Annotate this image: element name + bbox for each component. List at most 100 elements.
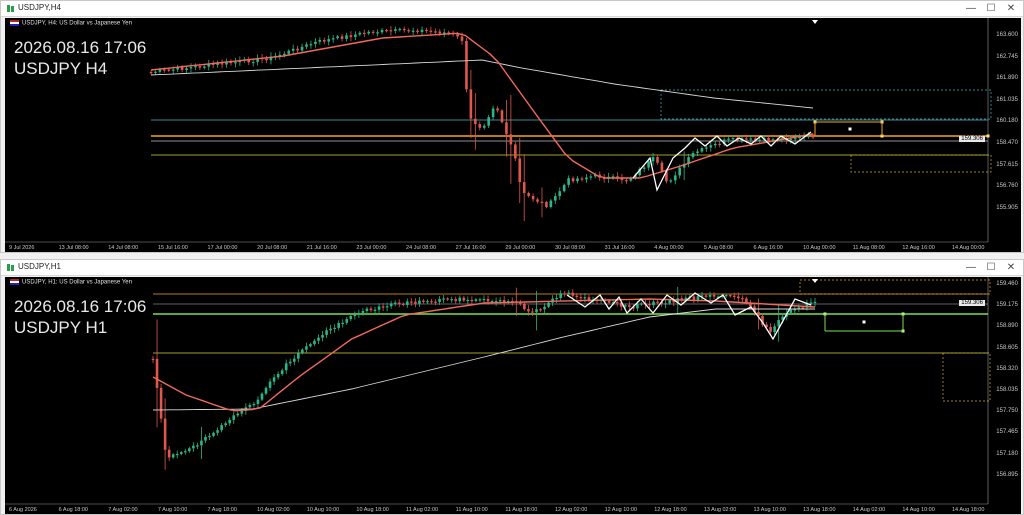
price-axis-label: 158.470	[996, 140, 1018, 146]
candle-body	[470, 299, 474, 302]
candle-body	[514, 144, 517, 159]
candle-body	[454, 299, 458, 302]
maximize-button[interactable]: ☐	[981, 261, 1001, 275]
chart-window-h4[interactable]: USDJPY,H4 — ☐ ✕ USDJPY, H4: US Dollar vs…	[0, 0, 1024, 253]
time-axis-label: 6 Aug 16:00	[753, 245, 783, 251]
candle-body	[813, 301, 817, 304]
candle-body	[523, 303, 526, 310]
candle-body	[491, 108, 495, 118]
candle-body	[163, 418, 167, 450]
candle-body	[669, 180, 673, 182]
candle-body	[434, 301, 437, 303]
time-axis-label: 27 Jul 16:00	[455, 245, 486, 251]
price-chart-h1[interactable]: USDJPY, H1: US Dollar vs Japanese Yen 20…	[5, 277, 1021, 514]
candle-body	[482, 125, 486, 128]
candle-body	[559, 293, 562, 299]
candle-body	[793, 138, 797, 140]
candle-body	[322, 39, 326, 42]
candle-body	[256, 399, 260, 404]
candle-body	[212, 432, 215, 436]
candle-body	[769, 327, 772, 332]
overlay-timestamp: 2026.08.16 17:06	[14, 297, 147, 316]
candle-body	[297, 353, 300, 359]
price-axis-label: 161.890	[996, 75, 1018, 82]
candle-body	[337, 323, 340, 328]
candle-body	[731, 138, 735, 140]
time-axis-label: 7 Aug 02:00	[108, 507, 138, 513]
minimize-button[interactable]: —	[961, 261, 981, 275]
projection-box-yellow	[942, 352, 991, 402]
candle-body	[728, 295, 732, 297]
candle-body	[705, 147, 708, 149]
candle-body	[149, 71, 153, 74]
chart-window-h1[interactable]: USDJPY,H1 — ☐ ✕ USDJPY, H1: US Dollar vs…	[0, 259, 1024, 515]
candle-body	[376, 32, 379, 34]
candle-body	[180, 67, 184, 70]
candle-body	[362, 32, 366, 34]
time-axis-label: 10 Aug 02:00	[257, 507, 290, 513]
candle-body	[425, 29, 428, 32]
window-titlebar[interactable]: USDJPY,H4 — ☐ ✕	[1, 1, 1023, 17]
candle-body	[414, 301, 417, 304]
overlay-symbol: USDJPY H4	[14, 59, 108, 78]
overlay-timestamp: 2026.08.16 17:06	[14, 38, 147, 57]
price-chart-h4[interactable]: USDJPY, H4: US Dollar vs Japanese Yen 20…	[5, 18, 1021, 252]
candle-body	[465, 40, 468, 90]
candle-body	[469, 89, 473, 119]
candle-body	[700, 148, 704, 152]
price-axis-label: 157.180	[996, 450, 1018, 457]
minimize-button[interactable]: —	[961, 2, 981, 16]
candle-body	[373, 309, 377, 311]
candle-body	[543, 306, 546, 310]
candle-body	[301, 349, 304, 354]
candle-body	[389, 30, 393, 32]
time-axis-label: 11 Aug 02:00	[406, 507, 439, 513]
candle-body	[583, 297, 587, 299]
maximize-button[interactable]: ☐	[981, 2, 1001, 16]
candle-body	[741, 298, 744, 300]
candle-body	[401, 303, 405, 305]
candle-body	[410, 301, 413, 303]
candle-body	[531, 195, 535, 200]
projection-box-cyan	[660, 89, 992, 120]
candle-body	[167, 69, 171, 71]
time-axis-label: 14 Aug 00:00	[952, 245, 985, 251]
chart-shift-marker-icon	[812, 279, 818, 283]
candle-body	[321, 334, 324, 338]
candle-body	[389, 303, 393, 307]
candle-body	[276, 373, 280, 378]
candle-body	[331, 38, 335, 40]
candle-body	[171, 454, 175, 458]
candle-body	[393, 302, 397, 304]
candle-body	[189, 67, 193, 69]
candle-body	[737, 296, 740, 299]
candle-body	[291, 48, 295, 51]
window-titlebar[interactable]: USDJPY,H1 — ☐ ✕	[1, 260, 1023, 276]
candle-body	[758, 139, 761, 141]
candle-body	[745, 138, 748, 140]
candle-body	[357, 312, 361, 315]
candle-body	[745, 298, 748, 303]
candle-body	[369, 308, 373, 311]
projection-box-yellow	[850, 154, 992, 173]
candle-body	[248, 404, 252, 408]
candle-body	[712, 294, 716, 297]
projection-box-orange	[799, 279, 991, 295]
projection-marker	[848, 127, 852, 131]
symbol-header: USDJPY, H1: US Dollar vs Japanese Yen	[10, 279, 132, 286]
candle-body	[155, 358, 159, 388]
candle-body	[204, 436, 207, 441]
time-axis-label: 6 Aug 2026	[9, 507, 37, 513]
candle-body	[486, 298, 490, 302]
price-axis-label: 158.035	[996, 387, 1018, 393]
candle-body	[260, 393, 264, 400]
candle-body	[305, 346, 308, 350]
close-button[interactable]: ✕	[1001, 261, 1021, 275]
candle-body	[531, 311, 534, 313]
time-axis-label: 21 Jul 16:00	[306, 245, 337, 251]
candle-body	[505, 122, 508, 135]
price-axis-label: 158.605	[996, 344, 1018, 351]
candle-body	[478, 299, 482, 301]
close-button[interactable]: ✕	[1001, 2, 1021, 16]
price-axis-label: 160.180	[996, 118, 1018, 125]
